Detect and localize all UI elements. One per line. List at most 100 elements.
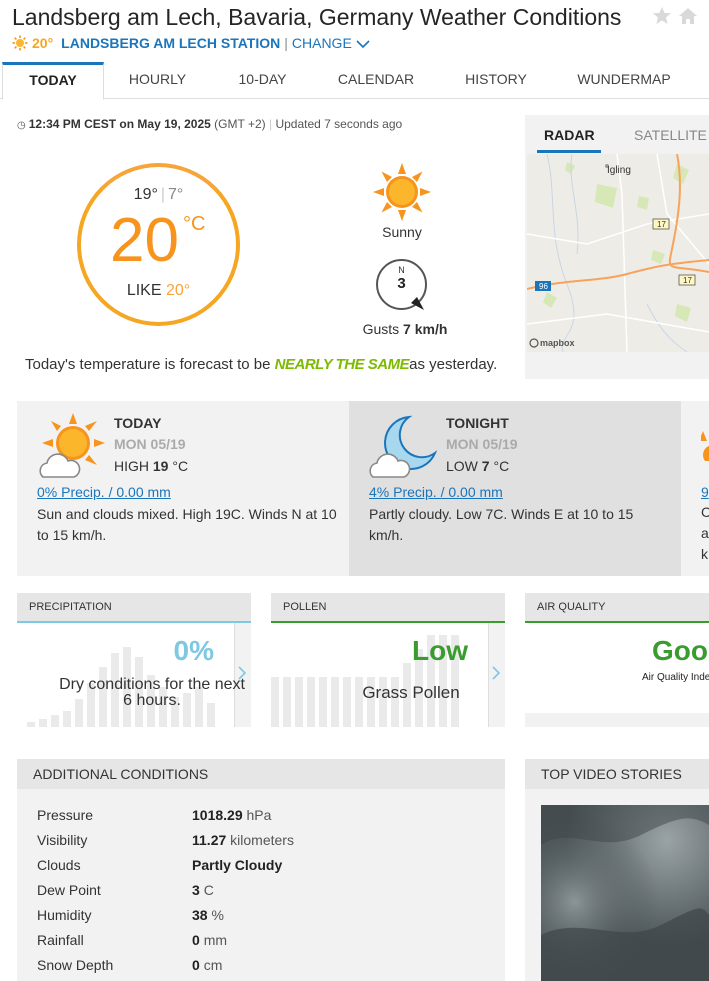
condition-value: 3 [192,882,200,898]
condition-text: Sunny [382,224,422,240]
condition-unit: mm [203,932,228,948]
timezone: (GMT +2) [214,117,266,131]
forecast-description: k [701,546,708,562]
aq-value: Good [652,635,709,666]
pollen-tile[interactable]: POLLEN Low Grass Pollen [271,593,505,727]
forecast-card-next[interactable]: 9 C a k [681,401,709,576]
forecast-high-label: HIGH [114,458,149,474]
precip-link[interactable]: 4% Precip. / 0.00 mm [369,484,503,500]
forecast-low-value: 7 [481,458,490,474]
forecast-description: a [701,525,709,541]
mapbox-logo: mapbox [540,338,575,348]
partly-cloudy-night-icon [369,415,437,478]
forecast-card-tonight[interactable]: TONIGHT MON 05/19 LOW 7 °C 4% Precip. / … [349,401,681,576]
precipitation-tile[interactable]: PRECIPITATION 0% Dry conditions for the … [17,593,251,727]
chevron-right-icon[interactable] [237,665,247,681]
tab-history[interactable]: HISTORY [446,62,546,99]
tab-bar: TODAY HOURLY 10-DAY CALENDAR HISTORY WUN… [0,62,709,100]
road-label-17: 17 [683,276,692,285]
forecast-low-unit: °C [493,458,510,474]
road-label-96: 96 [539,282,548,291]
forecast-low-label: LOW [446,458,478,474]
condition-value: 11.27 [192,832,227,848]
gusts: Gusts 7 km/h [350,321,460,337]
separator: | [284,35,288,51]
video-thumbnail[interactable] [541,805,709,981]
updated-line: ◷ 12:34 PM CEST on May 19, 2025 (GMT +2) … [17,117,403,131]
precip-link[interactable]: 0% Precip. / 0.00 mm [37,484,171,500]
forecast-cards: TODAY MON 05/19 HIGH 19 °C 0% Precip. / … [17,401,709,576]
gusts-label: Gusts [362,321,400,337]
pollen-value: Low [412,635,468,666]
precip-link[interactable]: 9 [701,484,709,500]
aq-text: Air Quality Index [642,672,709,683]
wind-direction: N [398,265,405,275]
sun-icon [12,35,28,51]
chevron-down-icon[interactable] [355,38,371,50]
condition-value: 38 [192,907,208,923]
condition-value: 1018.29 [192,807,243,823]
radar-map[interactable]: Igling 17 17 96 mapbox [527,154,709,352]
forecast-message-pre: Today's temperature is forecast to be [25,356,271,373]
change-station-button[interactable]: CHANGE [292,35,352,51]
observation-time: 12:34 PM CEST on May 19, 2025 [28,117,211,131]
sunny-icon [373,163,431,221]
pollen-text: Grass Pollen [362,683,460,702]
condition-label: Dew Point [37,882,101,898]
feels-like: LIKE 20° [77,282,240,300]
forecast-label: TONIGHT [446,415,509,431]
section-title: TOP VIDEO STORIES [525,759,709,789]
sun-icon [701,431,709,461]
forecast-date: MON 05/19 [446,436,518,452]
tile-title: PRECIPITATION [17,593,251,622]
condition-label: Snow Depth [37,957,114,973]
radar-widget: RADAR SATELLITE Igling 17 17 96 mapbox [525,115,709,379]
forecast-message-highlight: NEARLY THE SAME [274,356,410,373]
star-icon[interactable] [652,6,672,26]
condition-unit: hPa [246,807,272,823]
condition-label: Humidity [37,907,92,923]
map-town-label: Igling [607,165,631,176]
forecast-description: Partly cloudy. Low 7C. Winds E at 10 to … [369,506,634,543]
condition-label: Visibility [37,832,88,848]
condition-value: Partly Cloudy [192,857,283,873]
forecast-low: LOW 7 °C [446,458,509,474]
high-low: 19° | 7° [133,186,184,203]
section-title: ADDITIONAL CONDITIONS [17,759,505,789]
forecast-message: Today's temperature is forecast to be NE… [25,356,497,373]
tile-title: POLLEN [271,593,505,622]
top-video-stories: TOP VIDEO STORIES [525,759,709,981]
forecast-description: Sun and clouds mixed. High 19C. Winds N … [37,506,337,543]
condition-label: Rainfall [37,932,84,948]
tab-hourly[interactable]: HOURLY [110,62,205,99]
condition-unit: % [211,907,224,923]
forecast-high-value: 19 [152,458,169,474]
gusts-value: 7 km/h [403,321,448,337]
wind-arrow-icon [411,297,424,310]
tile-body: Low Grass Pollen [271,623,489,727]
station-link[interactable]: LANDSBERG AM LECH STATION [61,35,280,51]
air-quality-tile[interactable]: AIR QUALITY Good Air Quality Index [525,593,709,727]
chevron-right-icon[interactable] [491,665,501,681]
condition-unit: cm [203,957,223,973]
tab-calendar[interactable]: CALENDAR [326,62,426,99]
tab-today[interactable]: TODAY [2,62,104,100]
tab-10-day[interactable]: 10-DAY [215,62,310,99]
forecast-description: C [701,504,709,520]
condition-label: Pressure [37,807,94,823]
tile-body: Good Air Quality Index [525,623,709,713]
station-row: 20° LANDSBERG AM LECH STATION | CHANGE [12,35,371,51]
tab-satellite[interactable]: SATELLITE [634,127,707,143]
forecast-card-today[interactable]: TODAY MON 05/19 HIGH 19 °C 0% Precip. / … [17,401,349,576]
condition-value: 0 [192,957,200,973]
condition-label: Clouds [37,857,81,873]
home-icon[interactable] [678,7,698,25]
tab-wundermap[interactable]: WUNDERMAP [565,62,683,99]
temp-unit: °C [183,213,206,235]
forecast-message-post: as yesterday. [409,356,498,373]
wind-speed: 3 [397,275,406,292]
active-tab-indicator [537,150,601,153]
forecast-high-unit: °C [172,458,189,474]
tab-radar[interactable]: RADAR [544,127,595,143]
forecast-date: MON 05/19 [114,436,186,452]
